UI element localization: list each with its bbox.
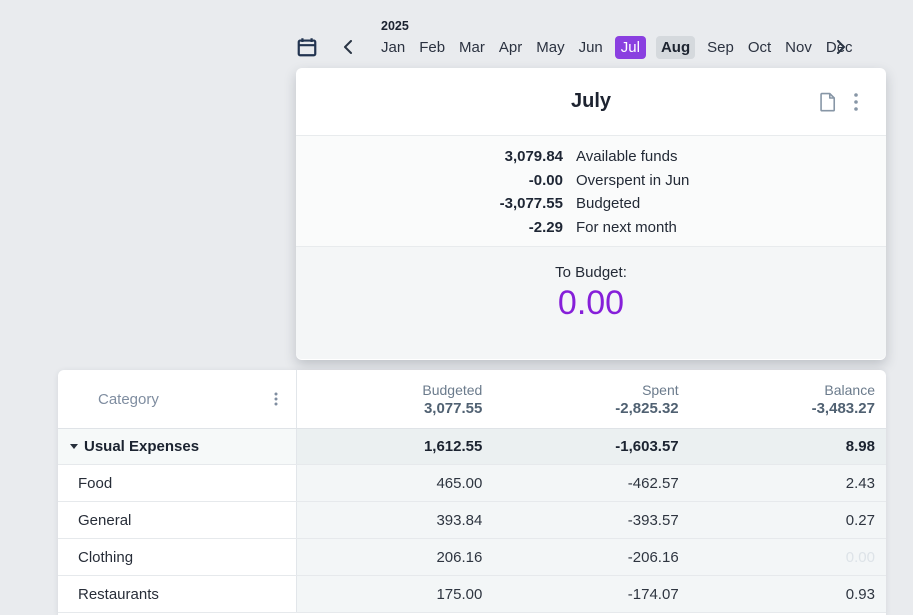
budgeted-column-header: Budgeted 3,077.55 [297, 370, 493, 428]
month-mar[interactable]: Mar [457, 36, 487, 59]
category-row-restaurants: Restaurants 175.00 -174.07 0.93 [58, 576, 886, 613]
category-name: Clothing [78, 549, 133, 566]
next-month-amount: -2.29 [296, 219, 563, 236]
group-balance-cell[interactable]: 8.98 [690, 429, 886, 464]
month-jul-selected[interactable]: Jul [615, 36, 646, 59]
number-cells: 393.84 -393.57 0.27 [297, 502, 886, 538]
month-jun[interactable]: Jun [577, 36, 605, 59]
category-header-cell: Category [58, 370, 297, 428]
balance-column-label: Balance [690, 382, 875, 398]
category-row-general: General 393.84 -393.57 0.27 [58, 502, 886, 539]
calendar-icon[interactable] [296, 36, 318, 58]
next-month-button[interactable] [834, 39, 848, 55]
note-icon[interactable] [820, 92, 836, 112]
balance-cell[interactable]: 2.43 [690, 465, 886, 501]
budgeted-column-label: Budgeted [297, 382, 482, 398]
to-budget-value[interactable]: 0.00 [296, 284, 886, 323]
prev-month-button[interactable] [341, 39, 355, 55]
category-cell[interactable]: General [58, 502, 297, 538]
collapse-chevron-icon[interactable] [70, 444, 78, 449]
overspent-amount: -0.00 [296, 172, 563, 189]
group-budgeted-cell[interactable]: 1,612.55 [297, 429, 493, 464]
month-apr[interactable]: Apr [497, 36, 524, 59]
funds-summary: 3,079.84 Available funds -0.00 Overspent… [296, 135, 886, 247]
spent-column-label: Spent [493, 382, 678, 398]
month-list: Jan Feb Mar Apr May Jun Jul Aug Sep Oct … [379, 36, 855, 59]
category-group-row[interactable]: Usual Expenses 1,612.55 -1,603.57 8.98 [58, 429, 886, 465]
month-sep[interactable]: Sep [705, 36, 736, 59]
budgeted-amount: -3,077.55 [296, 195, 563, 212]
month-jan[interactable]: Jan [379, 36, 407, 59]
to-budget-label: To Budget: [296, 264, 886, 281]
month-summary-card: July 3,079.84 Available funds -0.00 Over… [296, 68, 886, 360]
group-name: Usual Expenses [84, 438, 199, 455]
category-name: Food [78, 475, 112, 492]
number-cells: 206.16 -206.16 0.00 [297, 539, 886, 575]
balance-column-header: Balance -3,483.27 [690, 370, 886, 428]
group-spent-cell[interactable]: -1,603.57 [493, 429, 689, 464]
number-cells: 465.00 -462.57 2.43 [297, 465, 886, 501]
budget-table: Category Budgeted 3,077.55 Spent -2,825.… [58, 370, 886, 615]
funds-row-budgeted: -3,077.55 Budgeted [296, 192, 886, 216]
spent-column-total: -2,825.32 [493, 400, 678, 417]
spent-cell[interactable]: -206.16 [493, 539, 689, 575]
category-row-food: Food 465.00 -462.57 2.43 [58, 465, 886, 502]
next-month-label: For next month [576, 219, 677, 236]
category-menu-icon[interactable] [274, 392, 278, 406]
balance-cell-zero[interactable]: 0.00 [690, 539, 886, 575]
available-funds-amount: 3,079.84 [296, 148, 563, 165]
category-cell[interactable]: Food [58, 465, 297, 501]
funds-row-overspent: -0.00 Overspent in Jun [296, 169, 886, 193]
category-name: Restaurants [78, 586, 159, 603]
group-number-cells: 1,612.55 -1,603.57 8.98 [297, 429, 886, 464]
month-feb[interactable]: Feb [417, 36, 447, 59]
spent-cell[interactable]: -174.07 [493, 576, 689, 612]
category-cell[interactable]: Clothing [58, 539, 297, 575]
card-header: July [296, 68, 886, 135]
budgeted-cell[interactable]: 393.84 [297, 502, 493, 538]
month-nov[interactable]: Nov [783, 36, 814, 59]
budgeted-cell[interactable]: 465.00 [297, 465, 493, 501]
to-budget-section: To Budget: 0.00 [296, 247, 886, 359]
funds-row-next-month: -2.29 For next month [296, 216, 886, 240]
category-row-clothing: Clothing 206.16 -206.16 0.00 [58, 539, 886, 576]
group-category-cell[interactable]: Usual Expenses [58, 429, 297, 464]
month-aug[interactable]: Aug [656, 36, 695, 59]
number-cells: 175.00 -174.07 0.93 [297, 576, 886, 612]
budgeted-cell[interactable]: 206.16 [297, 539, 493, 575]
totals-header: Budgeted 3,077.55 Spent -2,825.32 Balanc… [297, 370, 886, 428]
month-may[interactable]: May [534, 36, 566, 59]
month-title: July [571, 90, 611, 113]
category-header-label: Category [98, 391, 159, 408]
available-funds-label: Available funds [576, 148, 677, 165]
spent-column-header: Spent -2,825.32 [493, 370, 689, 428]
overspent-label: Overspent in Jun [576, 172, 689, 189]
budgeted-label: Budgeted [576, 195, 640, 212]
budgeted-column-total: 3,077.55 [297, 400, 482, 417]
category-cell[interactable]: Restaurants [58, 576, 297, 612]
balance-cell[interactable]: 0.27 [690, 502, 886, 538]
spent-cell[interactable]: -393.57 [493, 502, 689, 538]
balance-column-total: -3,483.27 [690, 400, 875, 417]
kebab-menu-icon[interactable] [854, 93, 858, 111]
month-oct[interactable]: Oct [746, 36, 773, 59]
spent-cell[interactable]: -462.57 [493, 465, 689, 501]
balance-cell[interactable]: 0.93 [690, 576, 886, 612]
table-header: Category Budgeted 3,077.55 Spent -2,825.… [58, 370, 886, 429]
funds-row-available: 3,079.84 Available funds [296, 145, 886, 169]
category-name: General [78, 512, 131, 529]
budgeted-cell[interactable]: 175.00 [297, 576, 493, 612]
year-label: 2025 [381, 19, 409, 33]
